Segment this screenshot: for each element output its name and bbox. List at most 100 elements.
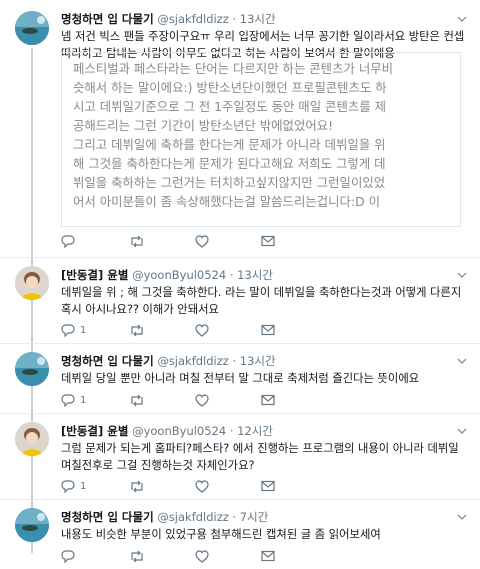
tweet[interactable]: [반동결] 윤별 @yoonByul0524 · 12시간 그럼 문제가 되는게… (0, 414, 480, 500)
reply-icon (61, 394, 75, 407)
dm-button[interactable] (261, 324, 280, 336)
tweet-header: 명청하면 입 다물기 @sjakfdldizz · 13시간 (61, 354, 276, 368)
tweet-actions (61, 235, 321, 249)
heart-icon (195, 480, 209, 493)
tweet-text: 내용도 비슷한 부분이 있었구용 첨부해드린 캡쳐된 글 좀 읽어보세여 (61, 528, 381, 541)
user-handle[interactable]: @sjakfdldizz (157, 354, 229, 368)
envelope-icon (261, 324, 275, 336)
separator-dot: · (232, 12, 237, 26)
quote-line: 뷔일을 축하하는 그런거는 터치하고싶지않지만 그런일이있었 (73, 175, 386, 190)
chevron-down-icon[interactable] (456, 355, 468, 367)
tweet[interactable]: 명청하면 입 다물기 @sjakfdldizz · 13시간 데뷔일 당일 뿐만… (0, 344, 480, 414)
quote-line: 해 그것을 축하한다는게 문제가 된다고해요 저희도 그렇게 데 (73, 156, 386, 171)
reply-button[interactable] (61, 235, 80, 248)
envelope-icon (261, 235, 275, 247)
timestamp[interactable]: 12시간 (237, 424, 273, 438)
reply-icon (61, 550, 75, 563)
heart-icon (195, 394, 209, 407)
reply-button[interactable]: 1 (61, 480, 86, 493)
heart-icon (195, 235, 209, 248)
quote-line: 어서 아미분들이 좀 속상해했다는걸 말씀드리는겁니다:D 이 (73, 194, 380, 209)
quote-line: 그리고 데뷔일에 축하를 한다는게 문제가 아니라 데뷔일을 위 (73, 137, 386, 152)
reply-count: 1 (80, 481, 87, 492)
separator-dot: · (232, 354, 237, 368)
reply-button[interactable]: 1 (61, 324, 86, 337)
like-button[interactable] (195, 550, 214, 563)
display-name[interactable]: [반동결] 윤별 (61, 268, 128, 282)
tweet-text: 데뷔일 당일 뿐만 아니라 며칠 전부터 말 그대로 축제처럼 즐긴다는 뜻이에… (61, 372, 420, 385)
retweet-button[interactable] (129, 324, 150, 337)
reply-button[interactable]: 1 (61, 394, 86, 407)
quote-line: 시고 데뷔일기준으로 그 전 1주일정도 동안 매일 콘텐츠를 제 (73, 99, 386, 114)
retweet-button[interactable] (129, 480, 150, 493)
user-handle[interactable]: @sjakfdldizz (157, 510, 229, 524)
tweet-text: 데뷔일을 위 ; 해 그것을 축하한다. 라는 말이 데뷔일을 축하한다는것과 … (61, 286, 462, 316)
quote-line: 페스티벌과 페스타라는 단어는 다르지만 하는 콘텐츠가 너무비 (73, 61, 394, 76)
quoted-image[interactable]: 페스티벌과 페스타라는 단어는 다르지만 하는 콘텐츠가 너무비 슷해서 하는 … (61, 52, 461, 227)
like-button[interactable] (195, 394, 214, 407)
tweet-actions: 1 (61, 480, 321, 494)
like-button[interactable] (195, 235, 214, 248)
retweet-button[interactable] (129, 235, 150, 248)
display-name[interactable]: 명청하면 입 다물기 (61, 12, 154, 26)
tweet-actions: 1 (61, 324, 321, 338)
envelope-icon (261, 394, 275, 406)
retweet-icon (131, 394, 143, 407)
reply-button[interactable] (61, 550, 80, 563)
envelope-icon (261, 550, 275, 562)
chevron-down-icon[interactable] (456, 13, 468, 25)
dm-button[interactable] (261, 235, 280, 247)
avatar[interactable] (15, 266, 49, 300)
retweet-icon (131, 480, 143, 493)
envelope-icon (261, 480, 275, 492)
quote-line: 공해드리는 그런 기간이 방탄소년단 밖에없었어요! (73, 118, 334, 133)
tweet[interactable]: 명청하면 입 다물기 @sjakfdldizz · 13시간 넴 저건 빅스 팬… (0, 0, 480, 256)
separator-dot: · (229, 268, 234, 282)
like-button[interactable] (195, 480, 214, 493)
tweet-header: 명청하면 입 다물기 @sjakfdldizz · 7시간 (61, 510, 268, 524)
tweet-header: [반동결] 윤별 @yoonByul0524 · 13시간 (61, 268, 273, 282)
like-button[interactable] (195, 324, 214, 337)
retweet-button[interactable] (129, 394, 150, 407)
tweet-actions: 1 (61, 394, 321, 408)
display-name[interactable]: 명청하면 입 다물기 (61, 510, 154, 524)
avatar[interactable] (15, 508, 49, 542)
heart-icon (195, 550, 209, 563)
retweet-icon (131, 550, 143, 563)
chevron-down-icon[interactable] (456, 269, 468, 281)
tweet[interactable]: 명청하면 입 다물기 @sjakfdldizz · 7시간 내용도 비슷한 부분… (0, 500, 480, 569)
tweet[interactable]: [반동결] 윤별 @yoonByul0524 · 13시간 데뷔일을 위 ; 해… (0, 258, 480, 344)
retweet-icon (131, 324, 143, 337)
timestamp[interactable]: 7시간 (240, 510, 268, 524)
dm-button[interactable] (261, 480, 280, 492)
quote-line: 슷해서 하는 말이에요:) 방탄소년단이했던 프로필콘텐츠도 하 (73, 80, 387, 95)
timestamp[interactable]: 13시간 (237, 268, 273, 282)
heart-icon (195, 324, 209, 337)
retweet-button[interactable] (129, 550, 150, 563)
dm-button[interactable] (261, 394, 280, 406)
tweet-actions (61, 550, 321, 564)
user-handle[interactable]: @sjakfdldizz (157, 12, 229, 26)
tweet-header: 명청하면 입 다물기 @sjakfdldizz · 13시간 (61, 12, 276, 26)
reply-icon (61, 235, 75, 248)
chevron-down-icon[interactable] (456, 425, 468, 437)
reply-count: 1 (80, 325, 87, 336)
timestamp[interactable]: 13시간 (240, 354, 276, 368)
reply-icon (61, 324, 75, 337)
display-name[interactable]: 명청하면 입 다물기 (61, 354, 154, 368)
separator-dot: · (229, 424, 234, 438)
user-handle[interactable]: @yoonByul0524 (132, 268, 226, 282)
user-handle[interactable]: @yoonByul0524 (132, 424, 226, 438)
display-name[interactable]: [반동결] 윤별 (61, 424, 128, 438)
separator-dot: · (232, 510, 237, 524)
timestamp[interactable]: 13시간 (240, 12, 276, 26)
avatar[interactable] (15, 11, 49, 45)
retweet-icon (131, 235, 143, 248)
reply-count: 1 (80, 395, 87, 406)
avatar[interactable] (15, 422, 49, 456)
tweet-text: 그럼 문제가 되는게 홈파티?페스타? 에서 진행하는 프로그램의 내용이 아니… (61, 442, 459, 472)
dm-button[interactable] (261, 550, 280, 562)
reply-icon (61, 480, 75, 493)
avatar[interactable] (15, 352, 49, 386)
chevron-down-icon[interactable] (456, 511, 468, 523)
